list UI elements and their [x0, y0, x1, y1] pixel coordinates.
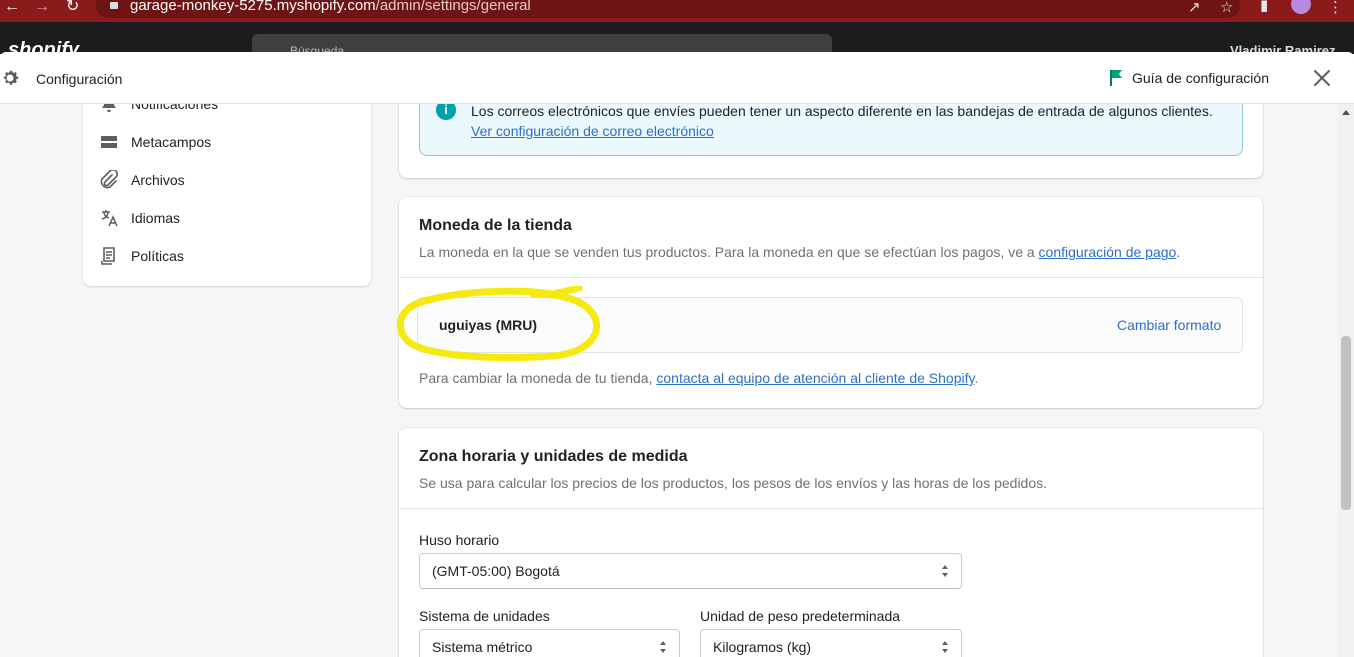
- timezone-subtitle: Se usa para calcular los precios de los …: [419, 475, 1048, 491]
- timezone-card: Zona horaria y unidades de medida Se usa…: [399, 428, 1263, 657]
- sidepanel-icon[interactable]: ▮: [1260, 0, 1268, 14]
- setup-guide-button[interactable]: Guía de configuración: [1108, 68, 1269, 88]
- url-text[interactable]: garage-monkey-5275.myshopify.com/admin/s…: [130, 0, 531, 14]
- sidebar-item-archivos[interactable]: Archivos: [99, 168, 185, 192]
- currency-card: Moneda de la tienda La moneda en la que …: [399, 197, 1263, 408]
- units-select[interactable]: Sistema métrico: [419, 629, 680, 657]
- weight-select[interactable]: Kilogramos (kg): [700, 629, 962, 657]
- units-value: Sistema métrico: [432, 639, 533, 655]
- change-format-button[interactable]: Cambiar formato: [1117, 317, 1221, 333]
- menu-dots-icon[interactable]: ⋮: [1328, 0, 1343, 16]
- setup-guide-label: Guía de configuración: [1132, 70, 1269, 86]
- flag-icon: [1110, 70, 1122, 86]
- email-card: i Los correos electrónicos que envíes pu…: [399, 104, 1263, 178]
- sidebar-item-label: Políticas: [131, 248, 184, 264]
- currency-value: uguiyas (MRU): [439, 317, 537, 333]
- sidebar-item-label: Metacampos: [131, 134, 212, 150]
- sidebar-item-label: Notificaciones: [131, 104, 219, 112]
- email-settings-link[interactable]: Ver configuración de correo electrónico: [471, 123, 714, 139]
- currency-subtitle-text: La moneda en la que se venden tus produc…: [419, 244, 1035, 260]
- star-icon[interactable]: ☆: [1220, 0, 1233, 16]
- scroll-up-arrow-icon[interactable]: [1342, 110, 1350, 115]
- note-period: .: [974, 370, 979, 386]
- contact-support-link[interactable]: contacta al equipo de atención al client…: [656, 370, 974, 386]
- admin-topbar: shopify Búsqueda Vladimir Ramirez: [0, 22, 1354, 54]
- sidebar-item-notificaciones[interactable]: Notificaciones: [99, 104, 218, 116]
- profile-avatar[interactable]: [1291, 0, 1311, 14]
- divider: [399, 508, 1263, 509]
- sidebar-item-politicas[interactable]: Políticas: [99, 244, 184, 268]
- scrollbar-thumb[interactable]: [1341, 336, 1351, 510]
- timezone-title: Zona horaria y unidades de medida: [419, 448, 688, 465]
- sidebar-item-label: Archivos: [131, 172, 185, 188]
- close-icon[interactable]: [1310, 66, 1334, 90]
- reload-icon[interactable]: ↻: [66, 0, 79, 16]
- settings-sidebar: Notificaciones Metacampos Archivos Idiom…: [83, 104, 371, 286]
- settings-header: Configuración Guía de configuración: [0, 52, 1354, 104]
- page-title: Configuración: [36, 71, 123, 87]
- weight-value: Kilogramos (kg): [713, 639, 812, 655]
- info-icon: i: [436, 104, 456, 120]
- link-part-1: Ver: [471, 123, 493, 139]
- sidebar-item-metacampos[interactable]: Metacampos: [99, 130, 211, 154]
- weight-label: Unidad de peso predeterminada: [700, 608, 901, 624]
- select-arrows-icon: [942, 565, 948, 577]
- banner-text: Los correos electrónicos que envíes pued…: [471, 104, 1231, 141]
- timezone-label: Huso horario: [419, 532, 500, 548]
- gear-icon: [3, 70, 19, 85]
- back-arrow-icon[interactable]: ←: [4, 0, 20, 16]
- lock-icon: [110, 2, 118, 9]
- share-icon[interactable]: ↗: [1188, 0, 1201, 16]
- metafields-icon: [101, 136, 117, 148]
- banner-message: Los correos electrónicos que envíes pued…: [471, 104, 1213, 119]
- bell-icon: [102, 104, 116, 112]
- currency-subtitle: La moneda en la que se venden tus produc…: [419, 244, 1180, 260]
- subtitle-period: .: [1176, 244, 1181, 260]
- timezone-select[interactable]: (GMT-05:00) Bogotá: [419, 553, 962, 589]
- sidebar-item-label: Idiomas: [131, 210, 181, 226]
- currency-box: uguiyas (MRU) Cambiar formato: [417, 297, 1243, 353]
- select-arrows-icon: [660, 641, 666, 653]
- timezone-value: (GMT-05:00) Bogotá: [432, 563, 560, 579]
- forward-arrow-icon[interactable]: →: [34, 0, 50, 16]
- units-label: Sistema de unidades: [419, 608, 550, 624]
- sidebar-item-idiomas[interactable]: Idiomas: [99, 206, 180, 230]
- payment-settings-link[interactable]: configuración de pago: [1039, 244, 1177, 260]
- currency-note-text: Para cambiar la moneda de tu tienda,: [419, 370, 653, 386]
- url-path: /admin/settings/general: [375, 0, 531, 14]
- url-host: garage-monkey-5275.myshopify.com: [130, 0, 376, 14]
- paperclip-icon: [100, 170, 119, 189]
- divider: [399, 277, 1263, 278]
- translate-icon: [101, 210, 118, 227]
- select-arrows-icon: [942, 641, 948, 653]
- email-info-banner: i Los correos electrónicos que envíes pu…: [419, 104, 1243, 156]
- currency-title: Moneda de la tienda: [419, 217, 572, 234]
- browser-toolbar: ← → ↻ garage-monkey-5275.myshopify.com/a…: [0, 0, 1354, 22]
- currency-note: Para cambiar la moneda de tu tienda, con…: [419, 370, 978, 386]
- policy-icon: [101, 247, 115, 265]
- settings-content: Notificaciones Metacampos Archivos Idiom…: [0, 104, 1338, 657]
- link-part-2: configuración de correo electrónico: [495, 123, 714, 139]
